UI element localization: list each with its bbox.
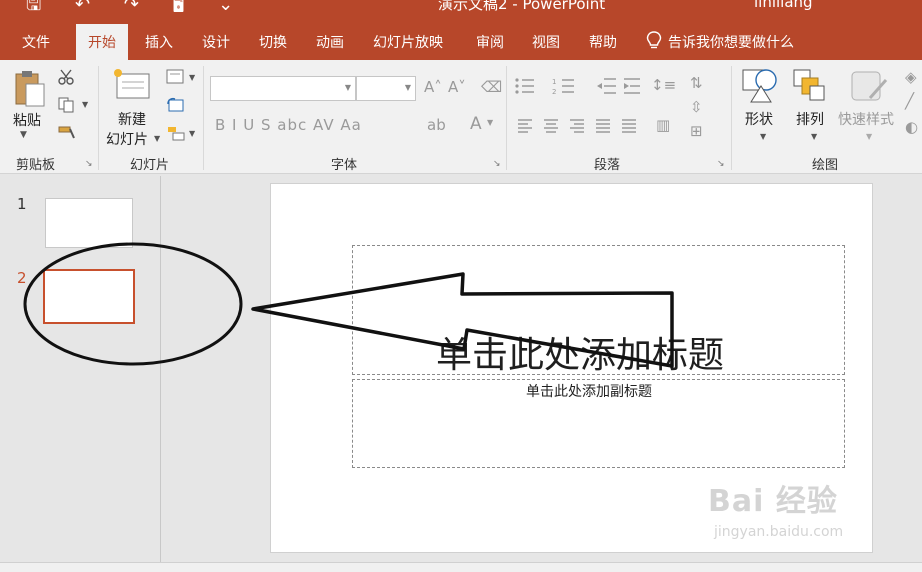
alignment-buttons-icon[interactable]: [516, 118, 646, 134]
tab-file[interactable]: 文件: [22, 32, 50, 52]
subtitle-placeholder-text: 单击此处添加副标题: [526, 384, 652, 400]
window-title: 演示文稿2 - PowerPoint: [438, 0, 606, 13]
chevron-down-icon: ▼: [404, 83, 411, 92]
cut-icon[interactable]: [57, 68, 75, 86]
section-dropdown-icon[interactable]: ▼: [189, 129, 195, 138]
tab-review[interactable]: 审阅: [476, 32, 504, 52]
tab-transitions[interactable]: 切换: [259, 32, 287, 52]
bottom-scroll-strip[interactable]: [0, 562, 922, 572]
arrange-dropdown-icon[interactable]: ▼: [811, 132, 817, 141]
shape-outline-icon[interactable]: ╱: [905, 92, 914, 110]
slide-number-1: 1: [17, 195, 27, 213]
subtitle-placeholder[interactable]: 单击此处添加副标题: [352, 379, 845, 468]
tell-me-search[interactable]: 告诉我你想要做什么: [668, 32, 794, 52]
arrange-button[interactable]: 排列: [796, 109, 824, 129]
quick-styles-button[interactable]: 快速样式: [838, 109, 894, 129]
tab-design[interactable]: 设计: [202, 32, 230, 52]
slide-thumbnail-2[interactable]: [43, 269, 135, 324]
bullets-numbering-icon[interactable]: 1 2: [514, 76, 590, 96]
svg-text:1: 1: [552, 78, 556, 86]
paragraph-group-label: 段落: [594, 158, 621, 173]
indent-icon[interactable]: [596, 76, 644, 96]
text-direction-icon[interactable]: ⇅: [690, 74, 703, 92]
shape-effects-icon[interactable]: ◐: [905, 118, 918, 136]
quick-styles-icon[interactable]: [848, 68, 890, 106]
font-dialog-launcher[interactable]: ↘: [493, 159, 501, 169]
ribbon-home: 粘贴 ▼ ▼ 剪贴板 ↘ 新建 幻灯片 ▼ ▼ ▼ 幻灯片 ▼ ▼ A˄ A˅ …: [0, 60, 922, 174]
copy-dropdown-icon[interactable]: ▼: [82, 100, 88, 109]
lightbulb-icon: [646, 31, 662, 49]
arrange-icon[interactable]: [792, 68, 828, 104]
increase-font-icon[interactable]: A˄: [424, 78, 442, 96]
quick-styles-dropdown-icon[interactable]: ▼: [866, 132, 872, 141]
group-separator: [506, 66, 507, 170]
paragraph-dialog-launcher[interactable]: ↘: [717, 159, 725, 169]
ribbon-tab-bar: 文件 开始 插入 设计 切换 动画 幻灯片放映 审阅 视图 帮助 告诉我你想要做…: [0, 22, 922, 60]
title-bar: 🖫 ↶ ↷ 🖥 ⌄ 演示文稿2 - PowerPoint linlliang: [0, 0, 922, 22]
tab-animations[interactable]: 动画: [316, 32, 344, 52]
format-painter-icon[interactable]: [57, 124, 77, 142]
title-placeholder[interactable]: 单击此处添加标题: [352, 245, 845, 376]
watermark-url: jingyan.baidu.com: [714, 524, 844, 540]
line-spacing-icon[interactable]: ↕≡: [651, 76, 676, 94]
font-color-button[interactable]: A: [470, 114, 482, 134]
tab-slideshow[interactable]: 幻灯片放映: [373, 32, 443, 52]
font-color-dropdown-icon[interactable]: ▼: [487, 118, 493, 127]
watermark-brand: Bai 经验: [708, 484, 838, 519]
slide-number-2: 2: [17, 269, 27, 287]
group-separator: [203, 66, 204, 170]
shape-dropdown-icon[interactable]: ▼: [760, 132, 766, 141]
new-slide-label-line2[interactable]: 幻灯片: [106, 129, 148, 149]
paste-button[interactable]: 粘贴: [13, 110, 41, 130]
tab-view[interactable]: 视图: [532, 32, 560, 52]
decrease-font-icon[interactable]: A˅: [448, 78, 466, 96]
new-slide-dropdown-icon[interactable]: ▼: [154, 134, 160, 143]
clipboard-group-label: 剪贴板: [16, 158, 56, 173]
new-slide-icon[interactable]: [111, 66, 153, 102]
font-name-combo[interactable]: ▼: [210, 76, 356, 101]
font-format-buttons[interactable]: B I U S abc AV Aa: [215, 116, 362, 134]
reset-slide-icon[interactable]: [165, 96, 187, 114]
new-slide-label-line1[interactable]: 新建: [118, 109, 146, 129]
slide-thumbnail-1[interactable]: [45, 198, 133, 248]
paste-icon[interactable]: [12, 68, 48, 108]
group-separator: [731, 66, 732, 170]
clipboard-dialog-launcher[interactable]: ↘: [85, 159, 93, 169]
group-separator: [98, 66, 99, 170]
paste-dropdown-icon[interactable]: ▼: [20, 130, 27, 140]
slides-group-label: 幻灯片: [130, 158, 170, 173]
shape-fill-icon[interactable]: ◈: [905, 68, 917, 86]
tab-home[interactable]: 开始: [76, 24, 128, 60]
font-group-label: 字体: [331, 158, 358, 173]
layout-dropdown-icon[interactable]: ▼: [189, 73, 195, 82]
shapes-icon[interactable]: [739, 66, 781, 106]
tab-insert[interactable]: 插入: [145, 32, 173, 52]
highlight-icon[interactable]: ab: [427, 116, 446, 134]
user-name[interactable]: linlliang: [754, 0, 813, 11]
slide-thumbnail-pane: 1 2: [0, 176, 161, 572]
section-icon[interactable]: [165, 124, 187, 142]
title-placeholder-text: 单击此处添加标题: [436, 335, 725, 376]
tab-help[interactable]: 帮助: [589, 32, 617, 52]
chevron-down-icon: ▼: [344, 83, 351, 92]
align-text-icon[interactable]: ⇳: [690, 98, 703, 116]
clear-format-icon[interactable]: ⌫: [481, 78, 502, 96]
columns-icon[interactable]: ▥: [656, 116, 670, 134]
drawing-group-label: 绘图: [812, 158, 839, 173]
font-size-combo[interactable]: ▼: [356, 76, 416, 101]
quick-access-toolbar[interactable]: 🖫 ↶ ↷ 🖥 ⌄: [26, 0, 247, 22]
svg-text:2: 2: [552, 88, 556, 96]
layout-icon[interactable]: [165, 68, 187, 86]
smartart-icon[interactable]: ⊞: [690, 122, 703, 140]
shape-button[interactable]: 形状: [745, 109, 773, 129]
copy-icon[interactable]: [57, 96, 77, 114]
